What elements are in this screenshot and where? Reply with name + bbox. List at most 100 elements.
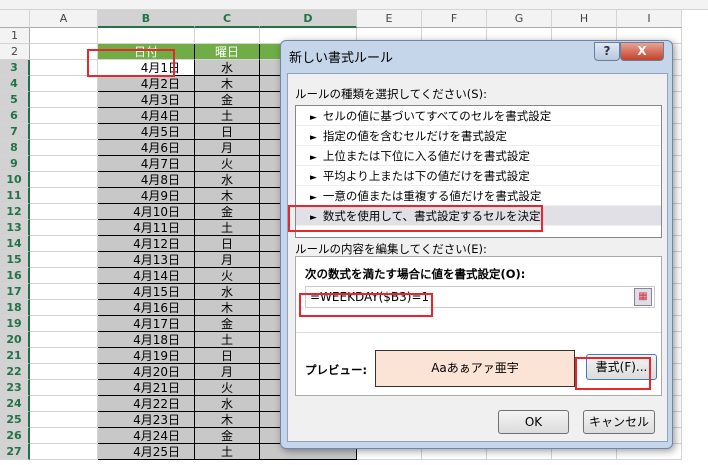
cell[interactable]: [30, 332, 98, 348]
row-header-6[interactable]: 6: [0, 108, 30, 124]
column-header-A[interactable]: A: [30, 10, 98, 28]
cell[interactable]: [98, 28, 195, 44]
date-cell[interactable]: 4月4日: [98, 108, 195, 124]
weekday-cell[interactable]: 日: [195, 236, 260, 252]
cell[interactable]: [30, 428, 98, 444]
weekday-cell[interactable]: 金: [195, 428, 260, 444]
column-header-I[interactable]: I: [617, 10, 682, 28]
date-cell[interactable]: 4月24日: [98, 428, 195, 444]
row-header-2[interactable]: 2: [0, 44, 30, 60]
cell[interactable]: [30, 188, 98, 204]
date-cell[interactable]: 4月15日: [98, 284, 195, 300]
row-header-24[interactable]: 24: [0, 396, 30, 412]
row-header-11[interactable]: 11: [0, 188, 30, 204]
date-cell[interactable]: 4月7日: [98, 156, 195, 172]
weekday-cell[interactable]: 日: [195, 124, 260, 140]
cell[interactable]: [30, 220, 98, 236]
row-header-16[interactable]: 16: [0, 268, 30, 284]
date-cell[interactable]: 4月9日: [98, 188, 195, 204]
column-header-B[interactable]: B: [98, 10, 195, 28]
row-header-7[interactable]: 7: [0, 124, 30, 140]
row-header-22[interactable]: 22: [0, 364, 30, 380]
weekday-cell[interactable]: 火: [195, 156, 260, 172]
weekday-cell[interactable]: 土: [195, 108, 260, 124]
rule-type-item[interactable]: ► 上位または下位に入る値だけを書式設定: [296, 146, 661, 166]
rule-type-item[interactable]: ► セルの値に基づいてすべてのセルを書式設定: [296, 106, 661, 126]
cell[interactable]: [30, 316, 98, 332]
row-header-9[interactable]: 9: [0, 156, 30, 172]
collapse-dialog-icon[interactable]: ▦: [634, 288, 652, 306]
date-cell[interactable]: 4月8日: [98, 172, 195, 188]
date-cell[interactable]: 4月14日: [98, 268, 195, 284]
date-cell[interactable]: 4月5日: [98, 124, 195, 140]
date-cell[interactable]: 4月23日: [98, 412, 195, 428]
date-cell[interactable]: 4月12日: [98, 236, 195, 252]
weekday-cell[interactable]: 日: [195, 348, 260, 364]
date-cell[interactable]: 4月25日: [98, 444, 195, 460]
weekday-cell[interactable]: 水: [195, 172, 260, 188]
date-cell[interactable]: 4月21日: [98, 380, 195, 396]
weekday-cell[interactable]: 金: [195, 92, 260, 108]
date-cell[interactable]: 4月11日: [98, 220, 195, 236]
cell[interactable]: [30, 92, 98, 108]
row-header-26[interactable]: 26: [0, 428, 30, 444]
column-header-C[interactable]: C: [195, 10, 260, 28]
weekday-cell[interactable]: 土: [195, 444, 260, 460]
ok-button[interactable]: OK: [498, 410, 569, 434]
help-button[interactable]: ?: [594, 42, 620, 61]
row-header-18[interactable]: 18: [0, 300, 30, 316]
date-cell[interactable]: 4月18日: [98, 332, 195, 348]
weekday-cell[interactable]: 火: [195, 268, 260, 284]
cell[interactable]: [30, 412, 98, 428]
weekday-cell[interactable]: 月: [195, 252, 260, 268]
weekday-cell[interactable]: 水: [195, 396, 260, 412]
row-header-13[interactable]: 13: [0, 220, 30, 236]
close-button[interactable]: X: [620, 42, 664, 61]
row-header-12[interactable]: 12: [0, 204, 30, 220]
row-header-27[interactable]: 27: [0, 444, 30, 460]
weekday-cell[interactable]: 木: [195, 188, 260, 204]
rule-type-item[interactable]: ► 指定の値を含むセルだけを書式設定: [296, 126, 661, 146]
weekday-cell[interactable]: 土: [195, 220, 260, 236]
column-header-H[interactable]: H: [552, 10, 617, 28]
row-header-20[interactable]: 20: [0, 332, 30, 348]
date-cell[interactable]: 4月17日: [98, 316, 195, 332]
weekday-cell[interactable]: 木: [195, 76, 260, 92]
date-cell[interactable]: 4月16日: [98, 300, 195, 316]
date-cell[interactable]: 4月20日: [98, 364, 195, 380]
cell[interactable]: [30, 380, 98, 396]
date-cell[interactable]: 4月10日: [98, 204, 195, 220]
weekday-cell[interactable]: 木: [195, 412, 260, 428]
cell[interactable]: [30, 236, 98, 252]
cell[interactable]: [30, 28, 98, 44]
date-cell[interactable]: 4月13日: [98, 252, 195, 268]
date-cell[interactable]: 4月19日: [98, 348, 195, 364]
cell[interactable]: [30, 124, 98, 140]
weekday-cell[interactable]: 月: [195, 364, 260, 380]
weekday-cell[interactable]: 火: [195, 380, 260, 396]
row-header-17[interactable]: 17: [0, 284, 30, 300]
weekday-cell[interactable]: 金: [195, 316, 260, 332]
cell[interactable]: [30, 76, 98, 92]
date-cell[interactable]: 4月6日: [98, 140, 195, 156]
cell[interactable]: [30, 396, 98, 412]
date-cell[interactable]: 4月2日: [98, 76, 195, 92]
cell[interactable]: [30, 204, 98, 220]
date-cell[interactable]: 4月3日: [98, 92, 195, 108]
cell[interactable]: [195, 28, 260, 44]
cell[interactable]: [30, 284, 98, 300]
row-header-1[interactable]: 1: [0, 28, 30, 44]
row-header-15[interactable]: 15: [0, 252, 30, 268]
row-header-10[interactable]: 10: [0, 172, 30, 188]
cancel-button[interactable]: キャンセル: [583, 410, 655, 434]
row-header-3[interactable]: 3: [0, 60, 30, 76]
weekday-cell[interactable]: 月: [195, 140, 260, 156]
column-header-G[interactable]: G: [487, 10, 552, 28]
weekday-cell[interactable]: 水: [195, 60, 260, 76]
rule-type-item[interactable]: ► 一意の値または重複する値だけを書式設定: [296, 186, 661, 206]
cell[interactable]: [30, 444, 98, 460]
cell[interactable]: [30, 140, 98, 156]
select-all-corner[interactable]: [0, 10, 30, 28]
cell[interactable]: [30, 348, 98, 364]
row-header-21[interactable]: 21: [0, 348, 30, 364]
